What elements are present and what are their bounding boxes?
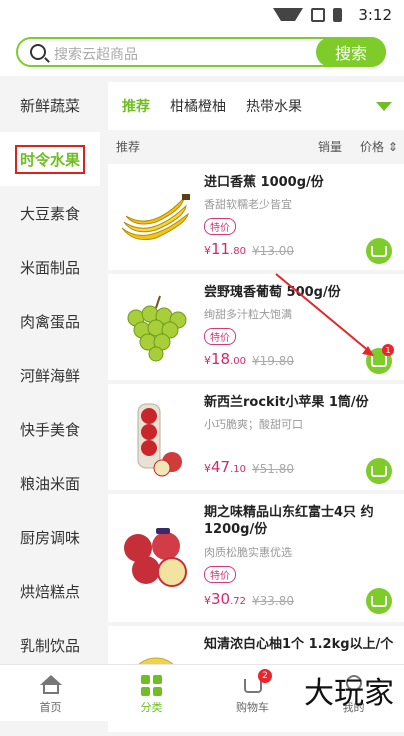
product-title: 知清浓白心柚1个 1.2kg以上/个	[204, 637, 394, 652]
product-list: 进口香蕉 1000g/份 香甜软糯老少皆宜 特价 ¥11.80 ¥13.00 尝…	[108, 164, 404, 736]
product-card[interactable]: 期之味精品山东红富士4只 约1200g/份 肉质松脆实惠优选 特价 ¥30.72…	[108, 494, 404, 622]
sort-bar: 推荐 销量 价格 ⇕	[108, 130, 404, 160]
watermark: 大玩家	[304, 676, 394, 711]
sidebar-item-bakery[interactable]: 烘焙糕点	[0, 564, 100, 618]
tab-citrus[interactable]: 柑橘橙柚	[170, 96, 226, 116]
add-to-cart-button[interactable]	[366, 238, 392, 264]
sidebar-item-grain-oil[interactable]: 粮油米面	[0, 456, 100, 510]
sidebar-item-label: 大豆素食	[19, 204, 80, 223]
original-price: ¥19.80	[252, 354, 294, 368]
cart-count-badge: 1	[382, 344, 394, 356]
nav-label: 首页	[39, 701, 62, 714]
tab-tropical[interactable]: 热带水果	[246, 96, 302, 116]
product-card[interactable]: 尝野瑰香葡萄 500g/份 绚甜多汁粒大饱满 特价 ¥18.00 ¥19.80 …	[108, 274, 404, 380]
home-icon	[39, 675, 62, 694]
sale-tag: 特价	[204, 218, 236, 235]
sidebar-item-label: 米面制品	[19, 258, 80, 277]
status-time: 3:12	[358, 6, 392, 24]
search-placeholder: 搜索云超商品	[54, 47, 138, 63]
product-price: ¥47.10	[204, 458, 246, 476]
nav-cart[interactable]: 2 购物车	[202, 665, 303, 721]
product-subtitle: 香甜软糯老少皆宜	[204, 198, 292, 211]
tab-recommend[interactable]: 推荐	[122, 96, 150, 116]
sidebar-item-label: 肉禽蛋品	[19, 312, 80, 331]
product-card[interactable]: 新西兰rockit小苹果 1筒/份 小巧脆爽；酸甜可口 ¥47.10 ¥51.8…	[108, 384, 404, 490]
search-icon	[30, 44, 46, 60]
category-tabs: 推荐 柑橘橙柚 热带水果	[108, 82, 404, 130]
sale-tag: 特价	[204, 328, 236, 345]
product-price: ¥18.00	[204, 350, 246, 368]
product-subtitle: 肉质松脆实惠优选	[204, 546, 292, 559]
category-sidebar: 新鲜蔬菜 时令水果 大豆素食 米面制品 肉禽蛋品 河鲜海鲜 快手美食 粮油米面 …	[0, 78, 100, 664]
sidebar-item-label: 厨房调味	[19, 528, 80, 547]
search-bar: 搜索云超商品 搜索	[0, 30, 404, 76]
product-subtitle: 绚甜多汁粒大饱满	[204, 308, 292, 321]
sidebar-item-label: 时令水果	[14, 144, 85, 174]
original-price: ¥13.00	[252, 244, 294, 258]
sidebar-item-fruits[interactable]: 时令水果	[0, 132, 100, 186]
product-subtitle: 小巧脆爽；酸甜可口	[204, 418, 303, 431]
product-card[interactable]: 进口香蕉 1000g/份 香甜软糯老少皆宜 特价 ¥11.80 ¥13.00	[108, 164, 404, 270]
sidebar-item-label: 烘焙糕点	[19, 582, 80, 601]
cart-icon	[371, 595, 387, 607]
sidebar-item-noodles[interactable]: 米面制品	[0, 240, 100, 294]
sidebar-item-vegetables[interactable]: 新鲜蔬菜	[0, 78, 100, 132]
product-price: ¥30.72	[204, 590, 246, 608]
banana-image	[121, 194, 190, 241]
category-icon	[140, 675, 163, 696]
product-title: 期之味精品山东红富士4只 约1200g/份	[204, 505, 374, 537]
sidebar-item-label: 快手美食	[19, 420, 80, 439]
status-bar: 3:12	[0, 0, 404, 30]
sort-sales[interactable]: 销量	[318, 138, 342, 155]
battery-icon	[333, 8, 342, 22]
sale-tag: 特价	[204, 566, 236, 583]
search-button[interactable]: 搜索	[316, 37, 386, 67]
sidebar-item-meat-eggs[interactable]: 肉禽蛋品	[0, 294, 100, 348]
sidebar-item-label: 粮油米面	[19, 474, 80, 493]
add-to-cart-button[interactable]: 1	[366, 344, 394, 374]
sidebar-item-label: 新鲜蔬菜	[19, 96, 80, 115]
product-title: 新西兰rockit小苹果 1筒/份	[204, 395, 369, 410]
original-price: ¥33.80	[252, 594, 294, 608]
fuji-apple-image	[124, 528, 187, 587]
sort-price-label: 价格	[360, 140, 385, 154]
nav-label: 分类	[140, 701, 163, 714]
sidebar-item-label: 乳制饮品	[19, 636, 80, 655]
nav-category[interactable]: 分类	[101, 665, 202, 721]
rockit-apple-image	[137, 403, 182, 477]
cart-badge: 2	[258, 669, 272, 683]
grape-image	[127, 295, 187, 362]
original-price: ¥51.80	[252, 462, 294, 476]
sidebar-item-seasoning[interactable]: 厨房调味	[0, 510, 100, 564]
sidebar-item-soy[interactable]: 大豆素食	[0, 186, 100, 240]
cart-icon	[371, 245, 387, 257]
sort-arrows-icon: ⇕	[384, 140, 398, 154]
chevron-down-icon[interactable]	[376, 102, 392, 111]
sort-price[interactable]: 价格 ⇕	[360, 138, 398, 155]
sort-recommend[interactable]: 推荐	[116, 138, 140, 155]
product-price: ¥11.80	[204, 240, 246, 258]
nav-home[interactable]: 首页	[0, 665, 101, 721]
search-input[interactable]: 搜索云超商品 搜索	[16, 37, 386, 67]
cart-icon	[371, 465, 387, 477]
sidebar-item-seafood[interactable]: 河鲜海鲜	[0, 348, 100, 402]
cart-icon	[371, 355, 387, 367]
cart-icon	[243, 679, 262, 693]
no-signal-icon	[311, 8, 325, 22]
product-title: 进口香蕉 1000g/份	[204, 175, 324, 190]
sidebar-item-label: 河鲜海鲜	[19, 366, 80, 385]
product-title: 尝野瑰香葡萄 500g/份	[204, 285, 341, 300]
nav-label: 购物车	[236, 701, 269, 714]
add-to-cart-button[interactable]	[366, 458, 392, 484]
sidebar-item-quick-food[interactable]: 快手美食	[0, 402, 100, 456]
add-to-cart-button[interactable]	[366, 588, 392, 614]
